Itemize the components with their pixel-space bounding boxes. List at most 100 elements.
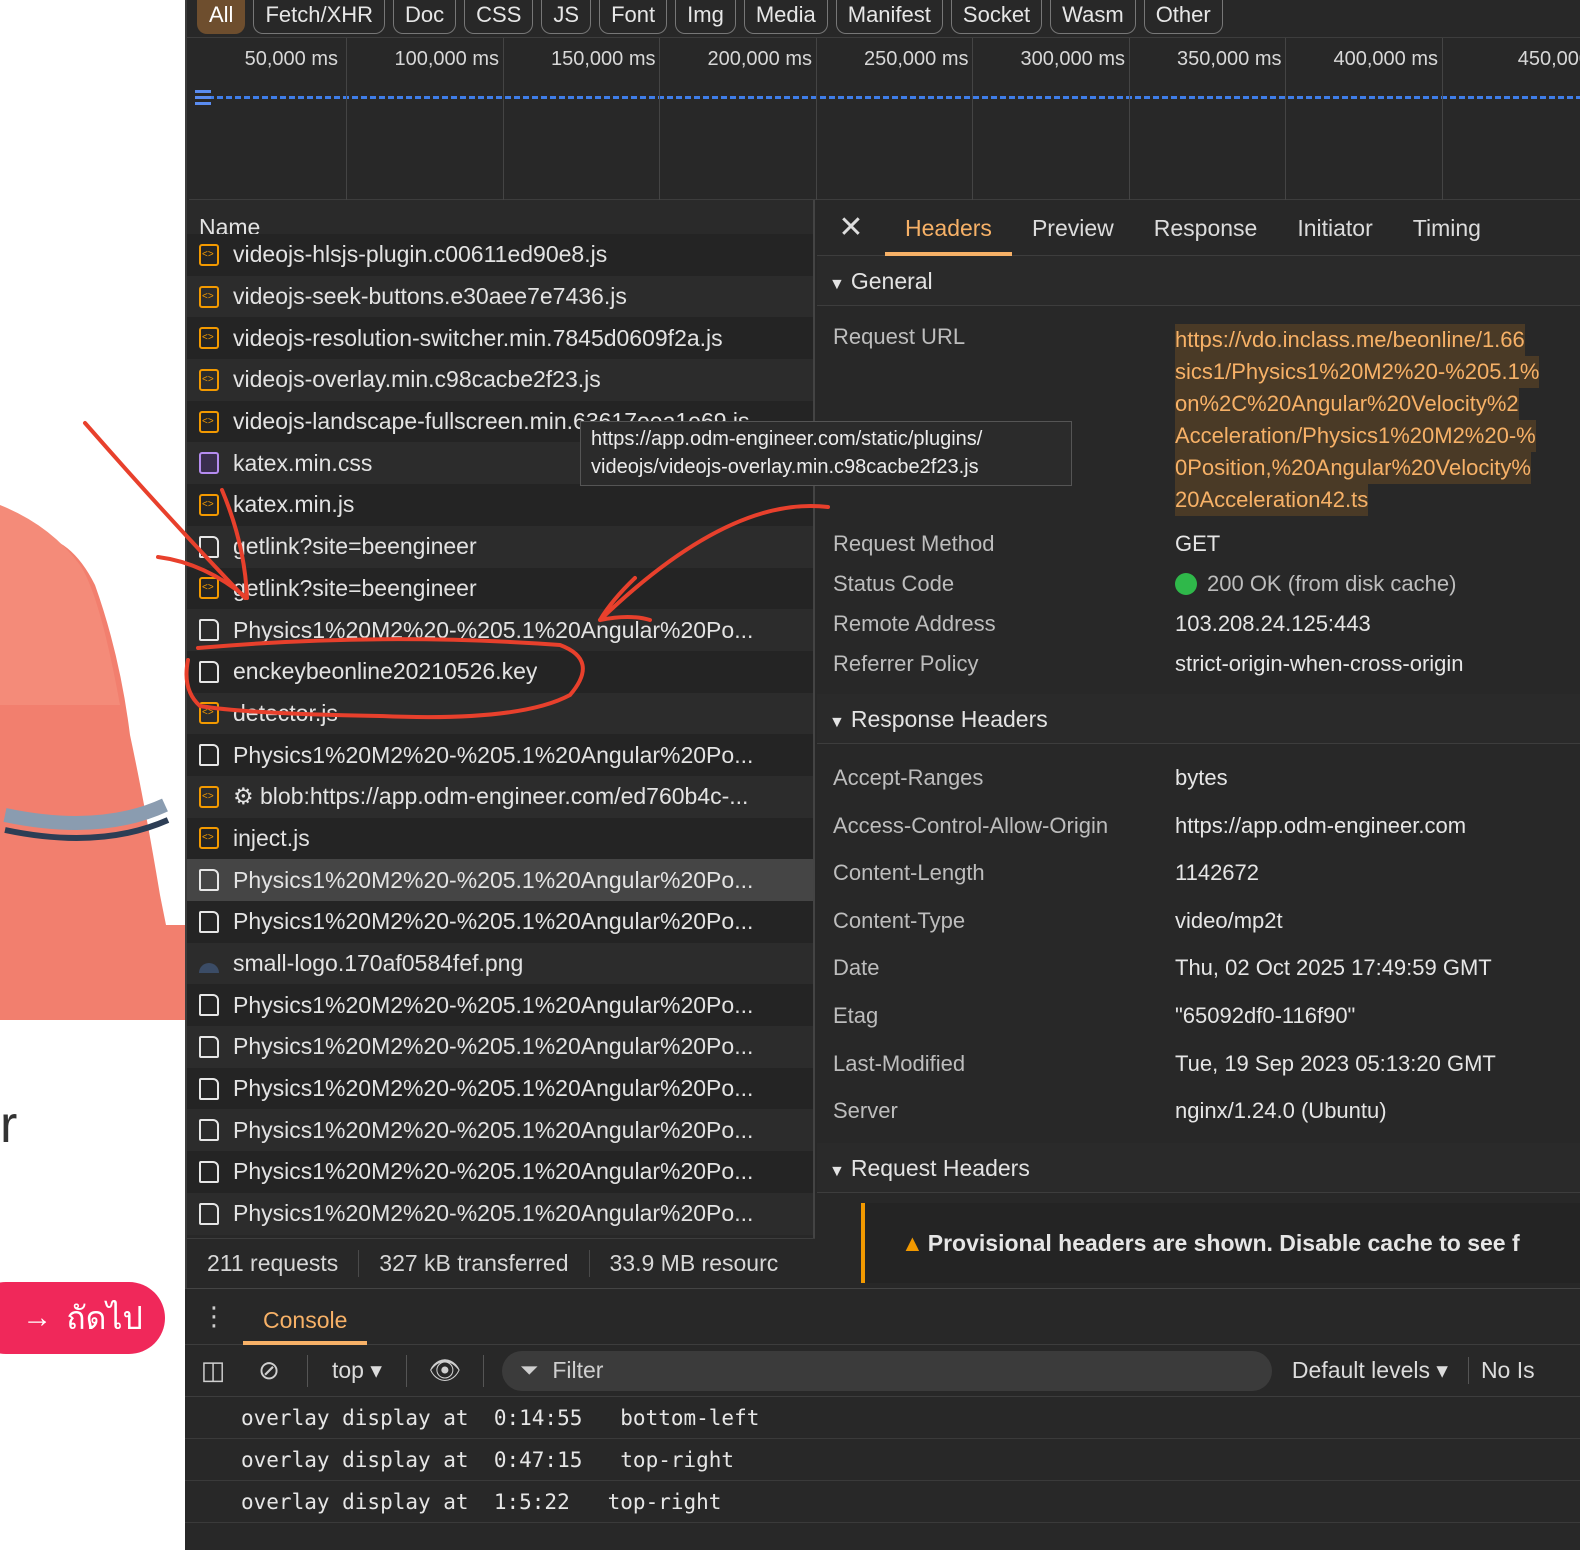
section-title: Response Headers [850, 706, 1048, 732]
context-selector[interactable]: top ▾ [318, 1357, 396, 1384]
request-url-line: Acceleration/Physics1%20M2%20-% [1175, 420, 1536, 452]
sidebar-toggle-icon[interactable]: ◫ [185, 1355, 241, 1386]
response-header-row: Etag "65092df0-116f90" [817, 992, 1580, 1040]
request-row[interactable]: small-logo.170af0584fef.png [187, 942, 813, 985]
filter-chip-font[interactable]: Font [599, 0, 668, 34]
filter-chip-img[interactable]: Img [675, 0, 736, 34]
timeline-tick-label: 100,000 ms [394, 48, 500, 70]
filter-chip-css[interactable]: CSS [464, 0, 534, 34]
next-button[interactable]: → ถัดไป [0, 1282, 165, 1354]
response-header-row: Server nginx/1.24.0 (Ubuntu) [817, 1087, 1580, 1135]
document-icon [199, 660, 219, 683]
header-key: Server [833, 1098, 898, 1124]
filter-chip-manifest[interactable]: Manifest [835, 0, 943, 34]
request-row[interactable]: getlink?site=beengineer [187, 525, 813, 568]
more-options-icon[interactable]: ⋮ [185, 1301, 243, 1332]
tab-console[interactable]: Console [243, 1289, 368, 1345]
request-row[interactable]: Physics1%20M2%20-%205.1%20Angular%20Po..… [187, 609, 813, 651]
header-key: Date [833, 955, 880, 981]
timeline-gridline [346, 38, 347, 200]
log-levels-dropdown[interactable]: Default levels ▾ [1272, 1357, 1468, 1384]
request-row[interactable]: detector.js [187, 692, 813, 735]
request-row[interactable]: katex.min.js [187, 484, 813, 526]
request-row[interactable]: Physics1%20M2%20-%205.1%20Angular%20Po..… [187, 1026, 813, 1068]
response-headers-section-header[interactable]: ▼ Response Headers [817, 694, 1580, 744]
tab-timing[interactable]: Timing [1393, 200, 1501, 256]
filter-chip-js[interactable]: JS [541, 0, 592, 34]
request-name: Physics1%20M2%20-%205.1%20Angular%20Po..… [233, 1116, 754, 1143]
request-row[interactable]: inject.js [187, 817, 813, 860]
console-log-message: overlay display at 0:47:15 top-right [185, 1439, 1580, 1481]
issues-counter[interactable]: No Is [1467, 1357, 1535, 1384]
request-name: videojs-hlsjs-plugin.c00611ed90e8.js [233, 241, 608, 268]
filter-icon: ⏷ [519, 1357, 539, 1383]
request-url-value[interactable]: https://vdo.inclass.me/beonline/1.66 sics… [1175, 324, 1540, 524]
header-value: nginx/1.24.0 (Ubuntu) [1175, 1098, 1387, 1124]
request-row[interactable]: Physics1%20M2%20-%205.1%20Angular%20Po..… [187, 901, 813, 943]
document-icon [199, 869, 219, 892]
request-method-value: GET [1175, 531, 1221, 556]
request-row[interactable]: Physics1%20M2%20-%205.1%20Angular%20Po..… [187, 734, 813, 776]
context-label: top [332, 1357, 364, 1383]
console-filter-input[interactable]: ⏷ Filter [501, 1350, 1272, 1391]
toolbar-divider [307, 1354, 308, 1387]
timeline-tick-label: 450,000 [1517, 48, 1580, 70]
request-row[interactable]: enckeybeonline20210526.key [187, 650, 813, 693]
script-file-icon [199, 410, 219, 433]
tab-headers[interactable]: Headers [885, 200, 1012, 256]
filter-chip-fetch-xhr[interactable]: Fetch/XHR [253, 0, 386, 34]
request-name: small-logo.170af0584fef.png [233, 950, 524, 977]
filter-chip-other[interactable]: Other [1143, 0, 1223, 34]
request-row[interactable]: Physics1%20M2%20-%205.1%20Angular%20Po..… [187, 1109, 813, 1152]
request-row[interactable]: Physics1%20M2%20-%205.1%20Angular%20Po..… [187, 1151, 813, 1193]
tab-preview[interactable]: Preview [1012, 200, 1134, 256]
script-file-icon [199, 702, 219, 725]
image-file-icon [199, 962, 219, 973]
tab-response[interactable]: Response [1134, 200, 1278, 256]
request-headers-section-header[interactable]: ▼ Request Headers [817, 1142, 1580, 1193]
request-row[interactable]: videojs-overlay.min.c98cacbe2f23.js [187, 359, 813, 401]
response-header-row: Content-Type video/mp2t [817, 897, 1580, 945]
close-icon[interactable]: ✕ [817, 210, 885, 245]
general-section-header[interactable]: ▼ General [817, 256, 1580, 306]
console-toolbar: ◫ ⊘ top ▾ 👁 ⏷ Filter Default levels ▾ No… [185, 1345, 1580, 1397]
network-timeline-overview[interactable]: 50,000 ms 100,000 ms 150,000 ms 200,000 ms 2… [189, 38, 1580, 200]
request-row[interactable]: ⚙ blob:https://app.odm-engineer.com/ed76… [187, 775, 813, 818]
request-row[interactable]: videojs-hlsjs-plugin.c00611ed90e8.js [187, 234, 813, 276]
timeline-tick-label: 400,000 ms [1333, 48, 1439, 70]
filter-chip-all[interactable]: All [197, 0, 246, 34]
request-name: Physics1%20M2%20-%205.1%20Angular%20Po..… [233, 1033, 754, 1060]
referrer-policy-label: Referrer Policy [833, 651, 979, 676]
response-header-row: Last-Modified Tue, 19 Sep 2023 05:13:20 G… [817, 1040, 1580, 1088]
filter-chip-socket[interactable]: Socket [950, 0, 1043, 34]
eye-icon[interactable]: 👁 [417, 1355, 473, 1386]
timeline-gridline [972, 38, 973, 200]
tab-initiator[interactable]: Initiator [1277, 200, 1392, 256]
filter-chip-wasm[interactable]: Wasm [1050, 0, 1136, 34]
request-row[interactable]: videojs-resolution-switcher.min.7845d060… [187, 317, 813, 360]
request-name: detector.js [233, 699, 338, 726]
request-row[interactable]: Physics1%20M2%20-%205.1%20Angular%20Po..… [187, 1067, 813, 1110]
request-list: Name videojs-hlsjs-plugin.c00611ed90e8.j… [187, 200, 815, 1238]
request-row[interactable]: videojs-seek-buttons.e30aee7e7436.js [187, 275, 813, 318]
stylesheet-icon [199, 452, 219, 475]
timeline-gridline [1441, 38, 1443, 200]
clear-console-icon[interactable]: ⊘ [241, 1355, 297, 1386]
filter-chip-doc[interactable]: Doc [393, 0, 457, 34]
request-row[interactable]: getlink?site=beengineer [187, 567, 813, 610]
filter-chip-media[interactable]: Media [743, 0, 828, 34]
request-row[interactable]: Physics1%20M2%20-%205.1%20Angular%20Po..… [187, 984, 813, 1027]
request-row[interactable]: Physics1%20M2%20-%205.1%20Angular%20Po..… [187, 859, 813, 901]
request-name: videojs-seek-buttons.e30aee7e7436.js [233, 283, 627, 310]
next-button-label: ถัดไป [66, 1299, 143, 1336]
request-name: ⚙ blob:https://app.odm-engineer.com/ed76… [233, 783, 749, 810]
request-name: Physics1%20M2%20-%205.1%20Angular%20Po..… [233, 616, 754, 643]
request-url-line: sics1/Physics1%20M2%20-%205.1% [1175, 356, 1540, 388]
header-key: Etag [833, 1002, 879, 1028]
request-name: Physics1%20M2%20-%205.1%20Angular%20Po..… [233, 991, 754, 1018]
tooltip-line-2: videojs/videojs-overlay.min.c98cacbe2f23… [591, 456, 979, 478]
request-row[interactable]: Physics1%20M2%20-%205.1%20Angular%20Po..… [187, 1192, 813, 1235]
remote-address-row: Remote Address 103.208.24.125:443 [817, 604, 1580, 644]
referrer-policy-value: strict-origin-when-cross-origin [1175, 651, 1464, 676]
timeline-gridline [1285, 38, 1286, 200]
